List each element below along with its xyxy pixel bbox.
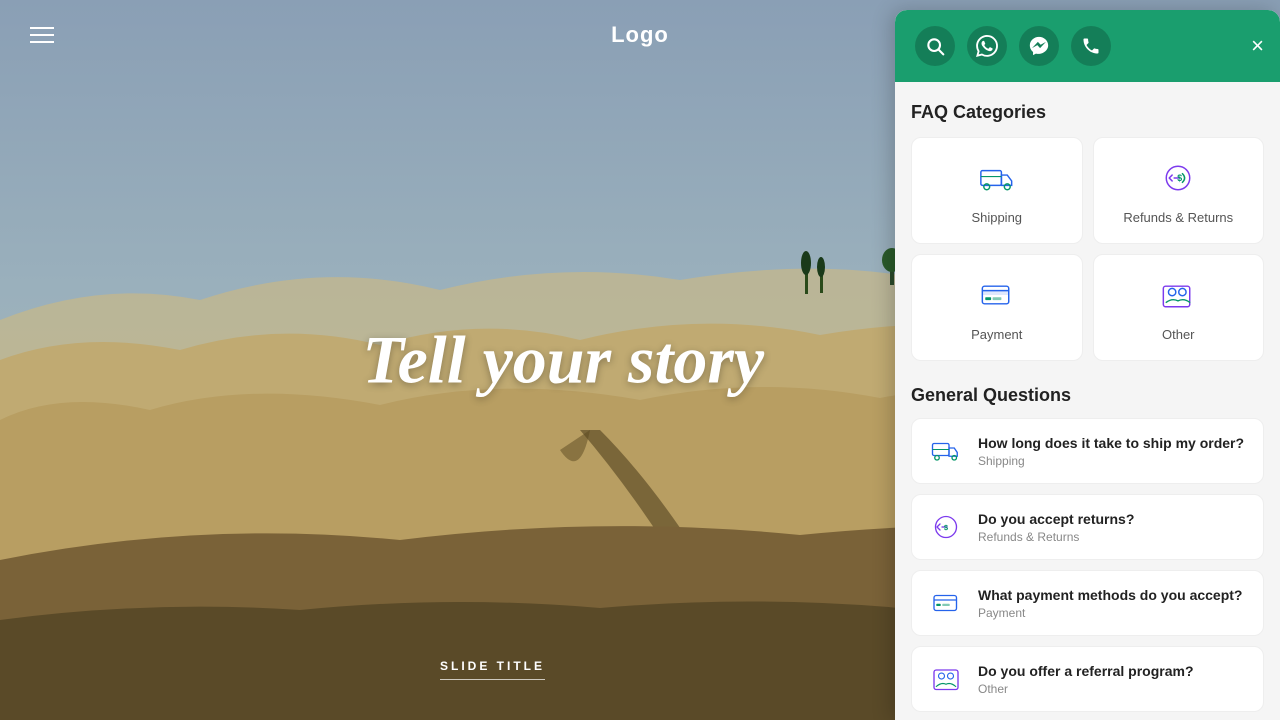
- svg-text:$: $: [944, 523, 949, 532]
- other-label: Other: [1162, 327, 1195, 342]
- hamburger-line: [30, 27, 54, 29]
- general-questions-title: General Questions: [911, 385, 1264, 406]
- faq-question: How long does it take to ship my order?: [978, 434, 1247, 452]
- refunds-label: Refunds & Returns: [1123, 210, 1233, 225]
- category-card-other[interactable]: Other: [1093, 254, 1265, 361]
- slide-title-underline: [440, 679, 545, 680]
- faq-item-shipping[interactable]: How long does it take to ship my order? …: [911, 418, 1264, 484]
- slide-title: SLIDE TITLE: [440, 659, 545, 673]
- faq-question: Do you accept returns?: [978, 510, 1247, 528]
- faq-item-text: Do you offer a referral program? Other: [978, 662, 1247, 696]
- category-card-shipping[interactable]: Shipping: [911, 137, 1083, 244]
- whatsapp-icon-button[interactable]: [967, 26, 1007, 66]
- faq-returns-icon: $: [928, 509, 964, 545]
- shipping-icon: [975, 156, 1019, 200]
- faq-question: What payment methods do you accept?: [978, 586, 1247, 604]
- faq-item-text: How long does it take to ship my order? …: [978, 434, 1247, 468]
- faq-shipping-icon: [928, 433, 964, 469]
- faq-panel: × FAQ Categories Shipping: [895, 10, 1280, 720]
- messenger-icon-button[interactable]: [1019, 26, 1059, 66]
- payment-label: Payment: [971, 327, 1022, 342]
- faq-category: Shipping: [978, 454, 1247, 468]
- hamburger-menu-button[interactable]: [30, 27, 54, 43]
- faq-item-payment[interactable]: What payment methods do you accept? Paym…: [911, 570, 1264, 636]
- category-card-payment[interactable]: Payment: [911, 254, 1083, 361]
- payment-icon: [975, 273, 1019, 317]
- other-icon: [1156, 273, 1200, 317]
- faq-item-text: Do you accept returns? Refunds & Returns: [978, 510, 1247, 544]
- faq-categories-title: FAQ Categories: [911, 102, 1264, 123]
- hamburger-line: [30, 41, 54, 43]
- faq-item-returns[interactable]: $ Do you accept returns? Refunds & Retur…: [911, 494, 1264, 560]
- faq-payment-icon: [928, 585, 964, 621]
- category-card-refunds[interactable]: $ Refunds & Returns: [1093, 137, 1265, 244]
- hamburger-line: [30, 34, 54, 36]
- panel-content[interactable]: FAQ Categories Shipping: [895, 82, 1280, 720]
- faq-question: Do you offer a referral program?: [978, 662, 1247, 680]
- refunds-icon: $: [1156, 156, 1200, 200]
- phone-icon-button[interactable]: [1071, 26, 1111, 66]
- slide-title-container: SLIDE TITLE: [440, 659, 545, 680]
- faq-category: Payment: [978, 606, 1247, 620]
- svg-text:$: $: [1178, 173, 1183, 183]
- category-grid: Shipping $ Refunds & Returns: [911, 137, 1264, 361]
- site-logo: Logo: [611, 22, 669, 48]
- shipping-label: Shipping: [971, 210, 1022, 225]
- close-button[interactable]: ×: [1251, 35, 1264, 57]
- hero-headline: Tell your story: [362, 323, 764, 398]
- faq-item-other[interactable]: Do you offer a referral program? Other: [911, 646, 1264, 712]
- faq-other-icon: [928, 661, 964, 697]
- faq-item-text: What payment methods do you accept? Paym…: [978, 586, 1247, 620]
- faq-category: Refunds & Returns: [978, 530, 1247, 544]
- faq-category: Other: [978, 682, 1247, 696]
- search-icon-button[interactable]: [915, 26, 955, 66]
- panel-header: ×: [895, 10, 1280, 82]
- hero-text-container: Tell your story: [362, 323, 764, 398]
